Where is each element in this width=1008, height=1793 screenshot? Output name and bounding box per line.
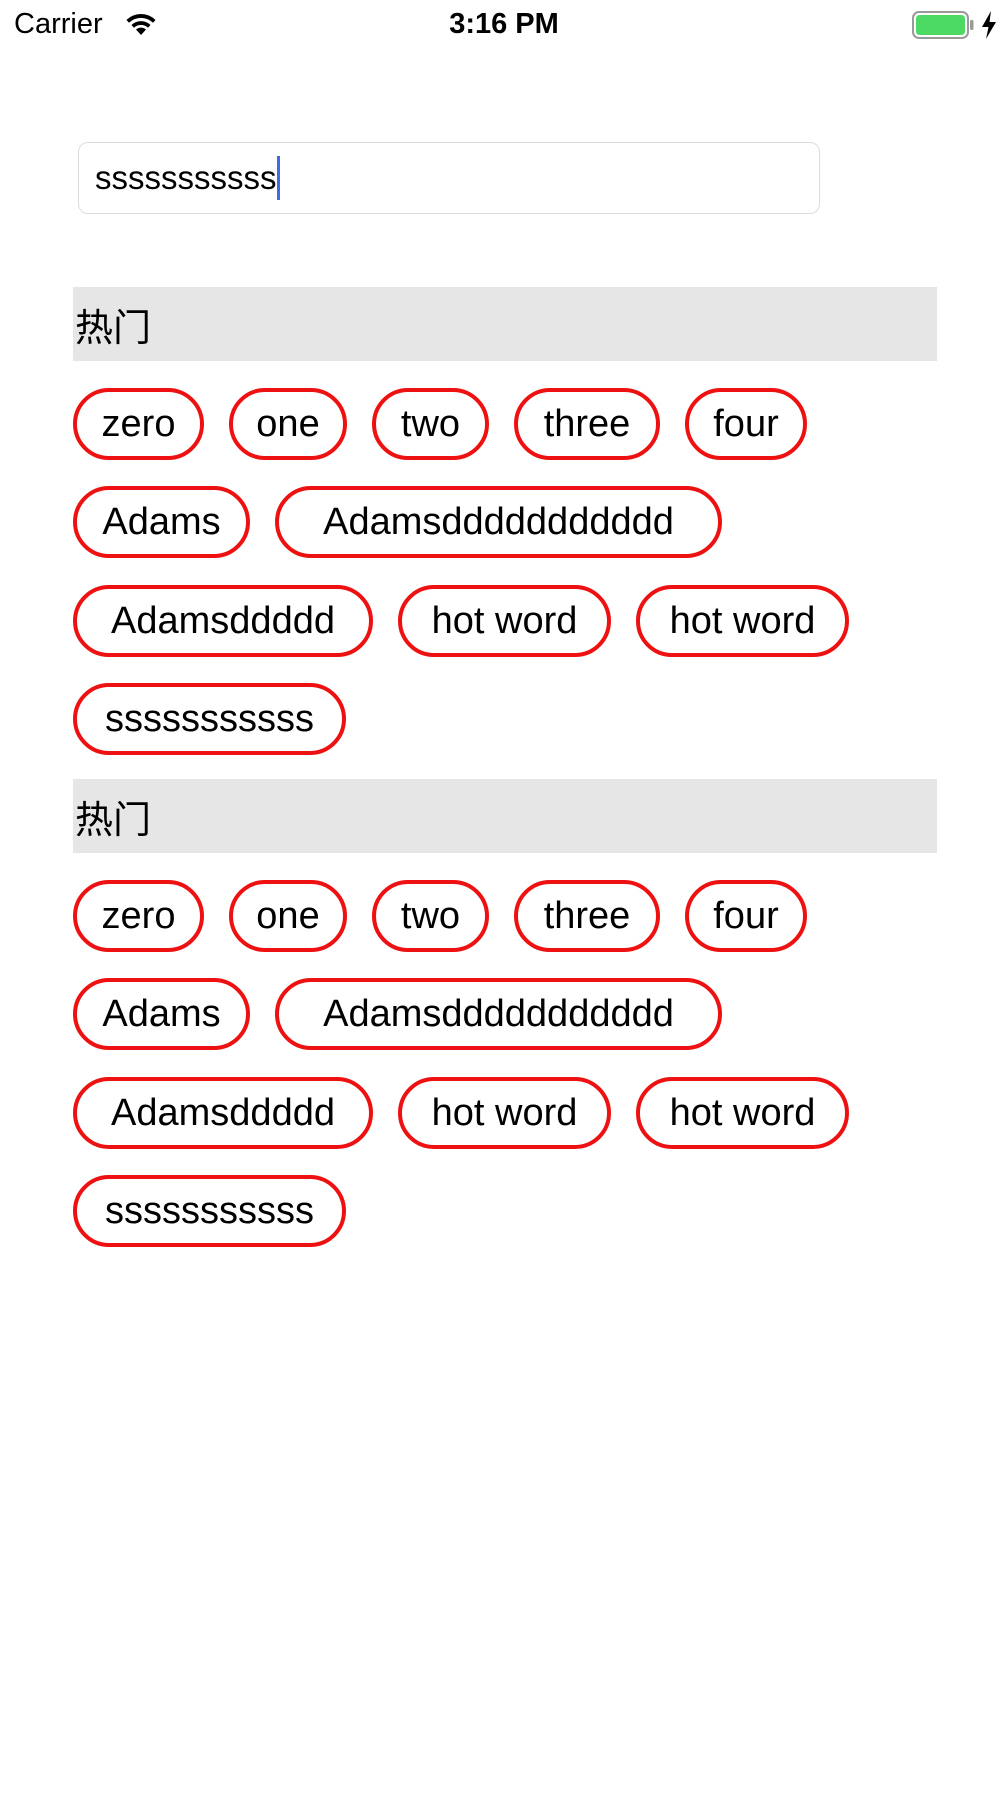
section-header-hot-2: 热门 [73, 779, 937, 853]
charging-bolt-icon [982, 11, 996, 39]
section-title: 热门 [75, 305, 152, 350]
section-title: 热门 [75, 797, 152, 842]
tag-button[interactable]: two [372, 880, 489, 952]
tag-button[interactable]: sssssssssss [73, 1175, 346, 1247]
tag-button[interactable]: four [685, 388, 807, 460]
tag-button[interactable]: hot word [636, 585, 849, 657]
tag-button[interactable]: four [685, 880, 807, 952]
tag-button[interactable]: hot word [398, 585, 611, 657]
section-header-hot-1: 热门 [73, 287, 937, 361]
tag-button[interactable]: hot word [636, 1077, 849, 1149]
tag-button[interactable]: two [372, 388, 489, 460]
search-input-value: sssssssssss [95, 159, 277, 196]
status-time: 3:16 PM [449, 8, 559, 40]
tag-button[interactable]: Adamsddddddddddd [275, 486, 722, 558]
tag-button[interactable]: hot word [398, 1077, 611, 1149]
tag-button[interactable]: one [229, 880, 347, 952]
tag-button[interactable]: Adamsddddd [73, 585, 373, 657]
tag-button[interactable]: Adams [73, 486, 250, 558]
tag-button[interactable]: three [514, 880, 660, 952]
tag-button[interactable]: zero [73, 880, 204, 952]
tag-button[interactable]: sssssssssss [73, 683, 346, 755]
tag-button[interactable]: Adamsddddd [73, 1077, 373, 1149]
text-cursor [276, 156, 280, 200]
tag-button[interactable]: Adamsddddddddddd [275, 978, 722, 1050]
search-input[interactable]: sssssssssss [78, 142, 820, 214]
tag-button[interactable]: three [514, 388, 660, 460]
tag-button[interactable]: zero [73, 388, 204, 460]
tag-button[interactable]: one [229, 388, 347, 460]
status-bar: Carrier 3:16 PM [0, 0, 1008, 54]
tag-button[interactable]: Adams [73, 978, 250, 1050]
battery-icon [912, 11, 974, 39]
